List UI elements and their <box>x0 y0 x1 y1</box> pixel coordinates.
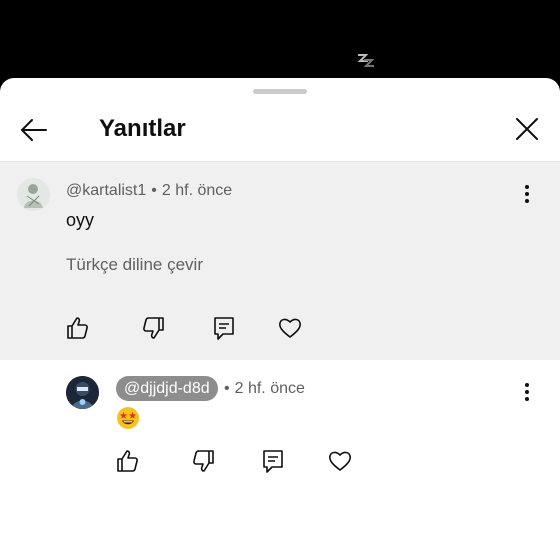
comment-time: 2 hf. önce <box>161 182 233 199</box>
reply-item: @djjdjd-d8d • 2 hf. önce <box>0 360 560 560</box>
reply-time: 2 hf. önce <box>234 380 305 397</box>
reply-actions <box>0 448 560 476</box>
more-vert-icon[interactable] <box>517 380 537 404</box>
translate-link[interactable]: Türkçe diline çevir <box>66 254 203 276</box>
comment-meta: @kartalist1 • 2 hf. önce <box>66 181 232 201</box>
avatar[interactable] <box>66 376 99 409</box>
loading-glyph-icon <box>357 54 375 67</box>
like-icon[interactable] <box>114 448 140 474</box>
comment-text: oyy <box>66 210 95 230</box>
arrow-left-icon[interactable] <box>18 114 50 146</box>
avatar[interactable] <box>17 178 50 211</box>
panel-title: Yanıtlar <box>99 115 186 142</box>
meta-separator: • <box>151 182 157 199</box>
replies-panel: Yanıtlar @kartalist1 • 2 hf. önce oyy Türk… <box>0 78 560 560</box>
dislike-icon[interactable] <box>141 315 167 341</box>
like-icon[interactable] <box>64 315 90 341</box>
more-vert-icon[interactable] <box>517 182 537 206</box>
drag-handle[interactable] <box>253 89 307 94</box>
heart-icon[interactable] <box>327 448 353 474</box>
avatar-image <box>17 178 50 211</box>
reply-icon[interactable] <box>211 315 237 341</box>
heart-icon[interactable] <box>277 315 303 341</box>
dislike-icon[interactable] <box>191 448 217 474</box>
comment-author[interactable]: @kartalist1 <box>66 182 146 199</box>
comment-actions <box>0 315 560 343</box>
comment-thread-root: @kartalist1 • 2 hf. önce oyy Türkçe diline… <box>0 162 560 360</box>
avatar-image <box>66 376 99 409</box>
close-icon[interactable] <box>512 114 542 144</box>
meta-separator: • <box>224 380 230 397</box>
reply-icon[interactable] <box>260 448 286 474</box>
reply-meta: • 2 hf. önce <box>224 379 305 399</box>
video-player-area[interactable] <box>0 0 560 80</box>
star-struck-emoji-icon <box>117 407 139 429</box>
reply-author-chip[interactable]: @djjdjd-d8d <box>116 376 218 401</box>
panel-header: Yanıtlar <box>0 100 560 162</box>
